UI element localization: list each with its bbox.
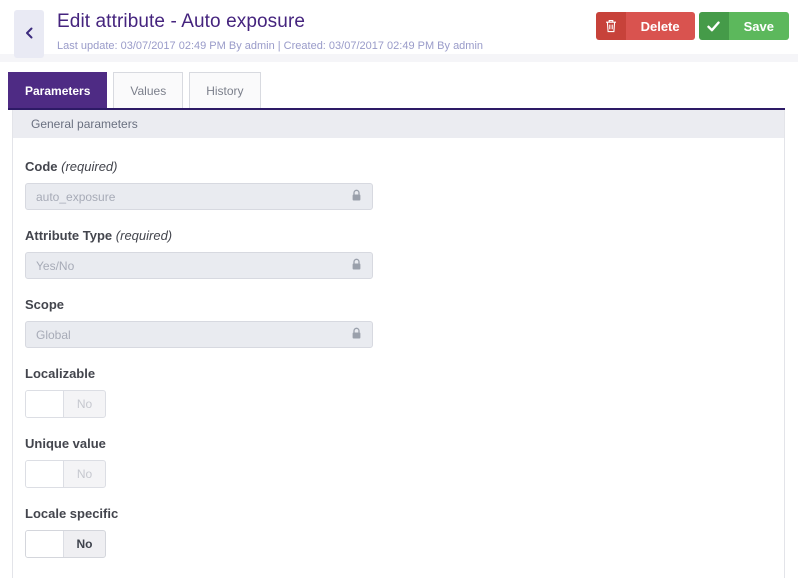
back-button[interactable]	[14, 10, 44, 58]
scope-input: Global	[25, 321, 373, 348]
toggle-handle	[26, 461, 64, 487]
delete-button-label: Delete	[626, 12, 695, 40]
localizable-field: Localizable No	[25, 366, 784, 418]
tab-history[interactable]: History	[189, 72, 260, 108]
section-header: General parameters	[13, 110, 784, 138]
page-header: Edit attribute - Auto exposure Last upda…	[0, 0, 798, 62]
code-input-value: auto_exposure	[36, 190, 115, 204]
code-input: auto_exposure	[25, 183, 373, 210]
check-icon	[699, 12, 729, 40]
page-title: Edit attribute - Auto exposure	[57, 11, 483, 33]
toggle-handle	[26, 391, 64, 417]
scope-label: Scope	[25, 297, 784, 312]
unique-value-toggle: No	[25, 460, 106, 488]
scope-field: Scope Global	[25, 297, 784, 348]
scope-input-value: Global	[36, 328, 71, 342]
localizable-toggle-value: No	[64, 391, 105, 417]
attribute-type-input: Yes/No	[25, 252, 373, 279]
general-parameters-form: Code (required) auto_exposure Attribute …	[13, 138, 784, 558]
attribute-type-label: Attribute Type (required)	[25, 228, 784, 243]
unique-value-toggle-value: No	[64, 461, 105, 487]
chevron-left-icon	[23, 25, 35, 44]
locale-specific-toggle-value: No	[64, 531, 105, 557]
header-text: Edit attribute - Auto exposure Last upda…	[57, 0, 483, 52]
parameters-tab-panel: General parameters Code (required) auto_…	[12, 110, 785, 578]
lock-icon	[351, 327, 362, 343]
tab-bar: Parameters Values History	[8, 72, 785, 110]
locale-specific-field: Locale specific No	[25, 506, 784, 558]
delete-button[interactable]: Delete	[596, 12, 695, 40]
localizable-label: Localizable	[25, 366, 784, 381]
localizable-toggle: No	[25, 390, 106, 418]
tab-parameters[interactable]: Parameters	[8, 72, 107, 108]
unique-value-field: Unique value No	[25, 436, 784, 488]
header-actions: Delete Save	[596, 12, 789, 40]
save-button[interactable]: Save	[699, 12, 789, 40]
lock-icon	[351, 189, 362, 205]
edit-attribute-page: Edit attribute - Auto exposure Last upda…	[0, 0, 798, 588]
attribute-type-input-value: Yes/No	[36, 259, 74, 273]
unique-value-label: Unique value	[25, 436, 784, 451]
attribute-type-field: Attribute Type (required) Yes/No	[25, 228, 784, 279]
code-label: Code (required)	[25, 159, 784, 174]
code-field: Code (required) auto_exposure	[25, 159, 784, 210]
page-meta: Last update: 03/07/2017 02:49 PM By admi…	[57, 40, 483, 52]
toggle-handle	[26, 531, 64, 557]
save-button-label: Save	[729, 12, 789, 40]
trash-icon	[596, 12, 626, 40]
locale-specific-toggle[interactable]: No	[25, 530, 106, 558]
locale-specific-label: Locale specific	[25, 506, 784, 521]
lock-icon	[351, 258, 362, 274]
tab-values[interactable]: Values	[113, 72, 183, 108]
